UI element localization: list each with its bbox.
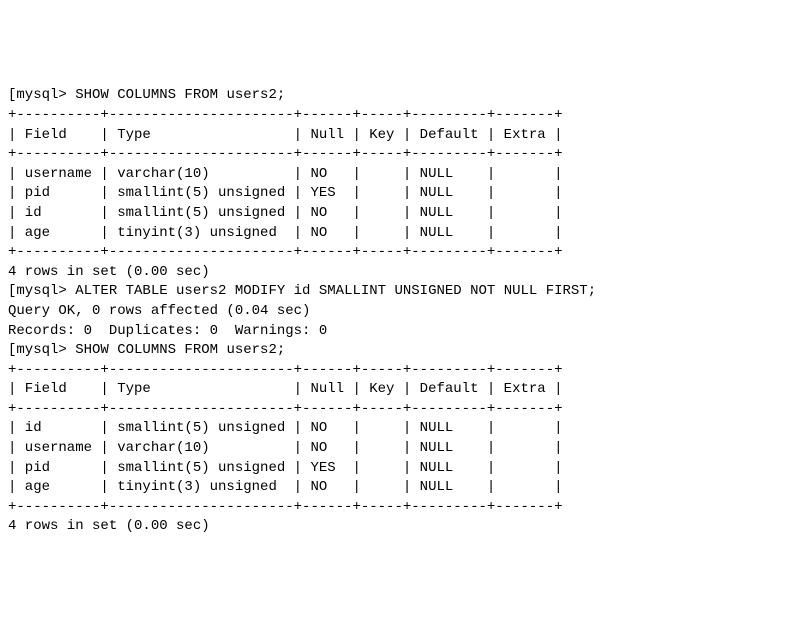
terminal-line: Records: 0 Duplicates: 0 Warnings: 0 xyxy=(8,322,798,342)
terminal-line: +----------+----------------------+-----… xyxy=(8,106,798,126)
terminal-line: [mysql> SHOW COLUMNS FROM users2; xyxy=(8,86,798,106)
table-row: | id | smallint(5) unsigned | NO | | NUL… xyxy=(8,205,563,221)
prompt: mysql> xyxy=(16,87,75,103)
table-row: | username | varchar(10) | NO | | NULL |… xyxy=(8,166,563,182)
terminal-line: 4 rows in set (0.00 sec) xyxy=(8,517,798,537)
terminal-line: 4 rows in set (0.00 sec) xyxy=(8,263,798,283)
query-result: Query OK, 0 rows affected (0.04 sec) xyxy=(8,303,310,319)
prompt: mysql> xyxy=(16,283,75,299)
terminal-line: | pid | smallint(5) unsigned | YES | | N… xyxy=(8,459,798,479)
terminal-line: | age | tinyint(3) unsigned | NO | | NUL… xyxy=(8,478,798,498)
prompt: mysql> xyxy=(16,342,75,358)
terminal-line: Query OK, 0 rows affected (0.04 sec) xyxy=(8,302,798,322)
terminal-line: +----------+----------------------+-----… xyxy=(8,498,798,518)
terminal-line: | Field | Type | Null | Key | Default | … xyxy=(8,380,798,400)
table-row: | pid | smallint(5) unsigned | YES | | N… xyxy=(8,460,563,476)
sql-command[interactable]: ALTER TABLE users2 MODIFY id SMALLINT UN… xyxy=(75,283,596,299)
table-separator: +----------+----------------------+-----… xyxy=(8,244,563,260)
result-footer: 4 rows in set (0.00 sec) xyxy=(8,264,210,280)
table-separator: +----------+----------------------+-----… xyxy=(8,107,563,123)
sql-command[interactable]: SHOW COLUMNS FROM users2; xyxy=(75,342,285,358)
terminal-line: | pid | smallint(5) unsigned | YES | | N… xyxy=(8,184,798,204)
table-separator: +----------+----------------------+-----… xyxy=(8,401,563,417)
table-separator: +----------+----------------------+-----… xyxy=(8,146,563,162)
terminal-line: | age | tinyint(3) unsigned | NO | | NUL… xyxy=(8,224,798,244)
sql-command[interactable]: SHOW COLUMNS FROM users2; xyxy=(75,87,285,103)
terminal-line: | username | varchar(10) | NO | | NULL |… xyxy=(8,439,798,459)
terminal-line: | Field | Type | Null | Key | Default | … xyxy=(8,126,798,146)
terminal-line: | id | smallint(5) unsigned | NO | | NUL… xyxy=(8,419,798,439)
terminal-line: [mysql> SHOW COLUMNS FROM users2; xyxy=(8,341,798,361)
table-header: | Field | Type | Null | Key | Default | … xyxy=(8,381,563,397)
table-row: | username | varchar(10) | NO | | NULL |… xyxy=(8,440,563,456)
terminal-line: | id | smallint(5) unsigned | NO | | NUL… xyxy=(8,204,798,224)
table-row: | id | smallint(5) unsigned | NO | | NUL… xyxy=(8,420,563,436)
table-header: | Field | Type | Null | Key | Default | … xyxy=(8,127,563,143)
table-separator: +----------+----------------------+-----… xyxy=(8,499,563,515)
table-row: | age | tinyint(3) unsigned | NO | | NUL… xyxy=(8,225,563,241)
table-row: | pid | smallint(5) unsigned | YES | | N… xyxy=(8,185,563,201)
terminal-line: +----------+----------------------+-----… xyxy=(8,243,798,263)
query-result: Records: 0 Duplicates: 0 Warnings: 0 xyxy=(8,323,327,339)
terminal-line: [mysql> ALTER TABLE users2 MODIFY id SMA… xyxy=(8,282,798,302)
terminal-line: | username | varchar(10) | NO | | NULL |… xyxy=(8,165,798,185)
terminal-line: +----------+----------------------+-----… xyxy=(8,400,798,420)
terminal-line: +----------+----------------------+-----… xyxy=(8,361,798,381)
terminal: [mysql> SHOW COLUMNS FROM users2;+------… xyxy=(8,86,798,537)
table-separator: +----------+----------------------+-----… xyxy=(8,362,563,378)
table-row: | age | tinyint(3) unsigned | NO | | NUL… xyxy=(8,479,563,495)
terminal-line: +----------+----------------------+-----… xyxy=(8,145,798,165)
result-footer: 4 rows in set (0.00 sec) xyxy=(8,518,210,534)
